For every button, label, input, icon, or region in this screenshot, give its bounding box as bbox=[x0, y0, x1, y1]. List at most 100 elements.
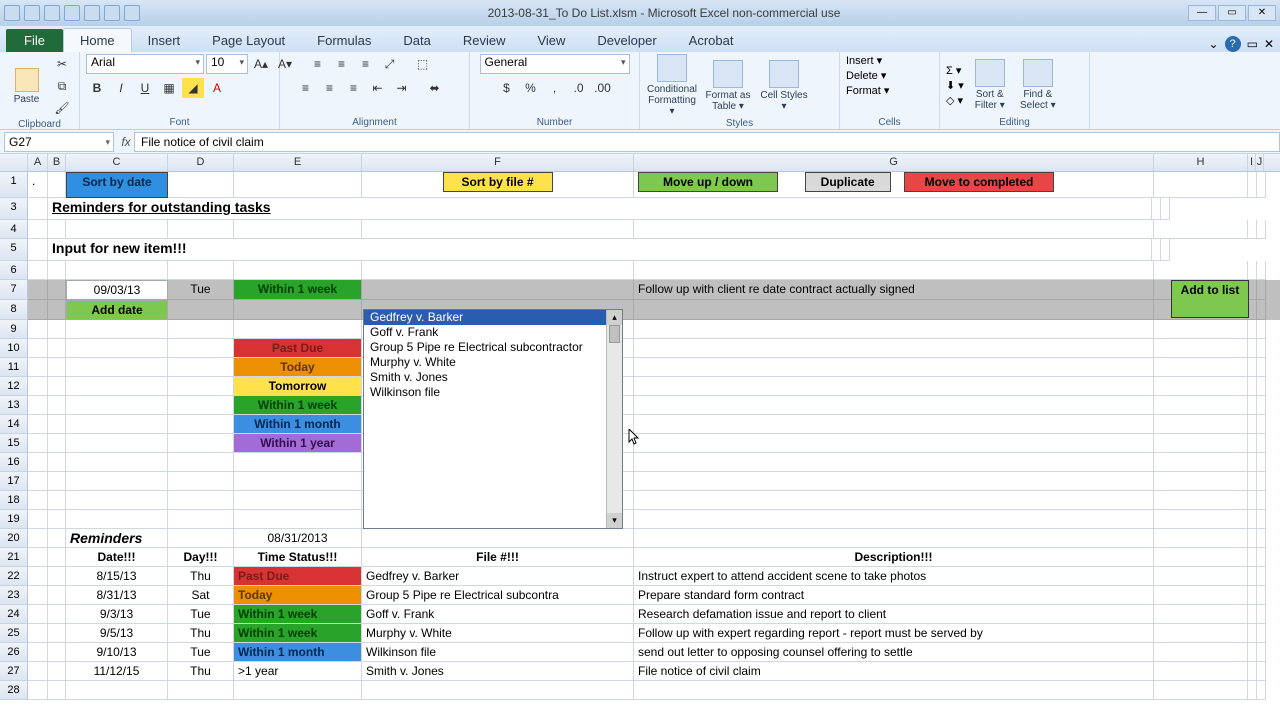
row-header[interactable]: 4 bbox=[0, 220, 28, 239]
row-header[interactable]: 21 bbox=[0, 548, 28, 567]
date-cell[interactable]: 8/31/13 bbox=[66, 586, 168, 605]
cell[interactable] bbox=[28, 491, 48, 510]
align-top-icon[interactable]: ≡ bbox=[307, 54, 329, 74]
cell[interactable] bbox=[48, 453, 66, 472]
row-header[interactable]: 28 bbox=[0, 681, 28, 700]
cell[interactable] bbox=[1161, 239, 1170, 261]
row-header[interactable]: 26 bbox=[0, 643, 28, 662]
number-format-combo[interactable]: General bbox=[480, 54, 630, 74]
font-name-combo[interactable]: Arial bbox=[86, 54, 204, 74]
cell[interactable] bbox=[1154, 434, 1248, 453]
font-color-button[interactable]: A bbox=[206, 78, 228, 98]
cell[interactable] bbox=[168, 529, 234, 548]
status-cell[interactable]: Within 1 week bbox=[234, 605, 362, 624]
cell[interactable] bbox=[1257, 280, 1266, 300]
cell[interactable] bbox=[28, 239, 48, 261]
file-cell[interactable]: Smith v. Jones bbox=[362, 662, 634, 681]
cell[interactable] bbox=[1257, 339, 1266, 358]
undo-icon[interactable] bbox=[44, 5, 60, 21]
cell[interactable] bbox=[1248, 548, 1257, 567]
cell-styles-button[interactable]: Cell Styles ▾ bbox=[758, 60, 810, 112]
description-cell[interactable]: Follow up with expert regarding report -… bbox=[634, 624, 1154, 643]
file-dropdown-list[interactable]: Gedfrey v. BarkerGoff v. FrankGroup 5 Pi… bbox=[363, 309, 623, 529]
cell[interactable] bbox=[48, 339, 66, 358]
cell[interactable] bbox=[634, 681, 1154, 700]
cell[interactable] bbox=[28, 358, 48, 377]
increase-indent-icon[interactable]: ⇥ bbox=[391, 78, 413, 98]
cell[interactable] bbox=[168, 415, 234, 434]
cell[interactable] bbox=[168, 377, 234, 396]
cell[interactable] bbox=[1154, 453, 1248, 472]
cell[interactable] bbox=[168, 453, 234, 472]
date-cell[interactable]: 8/15/13 bbox=[66, 567, 168, 586]
file-cell[interactable]: Murphy v. White bbox=[362, 624, 634, 643]
increase-decimal-icon[interactable]: .0 bbox=[568, 78, 590, 98]
date-cell[interactable]: 9/10/13 bbox=[66, 643, 168, 662]
row-header[interactable]: 9 bbox=[0, 320, 28, 339]
cell[interactable] bbox=[1248, 529, 1257, 548]
sort-filter-button[interactable]: Sort & Filter ▾ bbox=[968, 59, 1012, 111]
cell[interactable] bbox=[28, 396, 48, 415]
description-cell[interactable]: File notice of civil claim bbox=[634, 662, 1154, 681]
cell[interactable] bbox=[1154, 567, 1248, 586]
dropdown-option[interactable]: Murphy v. White bbox=[364, 355, 622, 370]
align-right-icon[interactable]: ≡ bbox=[343, 78, 365, 98]
col-header[interactable]: B bbox=[48, 154, 66, 171]
cell[interactable] bbox=[1257, 358, 1266, 377]
cell[interactable] bbox=[1248, 396, 1257, 415]
cell[interactable] bbox=[66, 472, 168, 491]
cell[interactable] bbox=[234, 491, 362, 510]
cell[interactable] bbox=[28, 567, 48, 586]
cell[interactable] bbox=[66, 453, 168, 472]
status-cell[interactable]: >1 year bbox=[234, 662, 362, 681]
dropdown-option[interactable]: Gedfrey v. Barker bbox=[364, 310, 622, 325]
file-cell[interactable]: Goff v. Frank bbox=[362, 605, 634, 624]
description-cell[interactable]: send out letter to opposing counsel offe… bbox=[634, 643, 1154, 662]
ribbon-window-icon[interactable]: ▭ bbox=[1247, 37, 1258, 51]
tab-developer[interactable]: Developer bbox=[581, 29, 672, 52]
cell[interactable] bbox=[1248, 586, 1257, 605]
cell[interactable] bbox=[28, 472, 48, 491]
cell[interactable] bbox=[634, 529, 1154, 548]
cell[interactable] bbox=[1154, 339, 1248, 358]
cell[interactable] bbox=[1257, 643, 1266, 662]
cell[interactable] bbox=[1248, 567, 1257, 586]
dropdown-scrollbar[interactable]: ▴ ▾ bbox=[606, 310, 622, 528]
qat-icon[interactable] bbox=[84, 5, 100, 21]
underline-button[interactable]: U bbox=[134, 78, 156, 98]
cell[interactable] bbox=[28, 339, 48, 358]
cell[interactable] bbox=[66, 434, 168, 453]
cell[interactable] bbox=[1257, 320, 1266, 339]
cell[interactable] bbox=[48, 434, 66, 453]
cell[interactable] bbox=[1257, 605, 1266, 624]
align-left-icon[interactable]: ≡ bbox=[295, 78, 317, 98]
cell[interactable] bbox=[1154, 396, 1248, 415]
italic-button[interactable]: I bbox=[110, 78, 132, 98]
row-header[interactable]: 22 bbox=[0, 567, 28, 586]
cell[interactable] bbox=[168, 472, 234, 491]
cell[interactable] bbox=[1248, 415, 1257, 434]
fx-icon[interactable]: fx bbox=[118, 135, 134, 149]
row-header[interactable]: 16 bbox=[0, 453, 28, 472]
status-cell[interactable]: Within 1 week bbox=[234, 280, 362, 300]
tab-file[interactable]: File bbox=[6, 29, 63, 52]
cell[interactable] bbox=[234, 472, 362, 491]
row-header[interactable]: 3 bbox=[0, 198, 28, 220]
date-cell[interactable]: 11/12/15 bbox=[66, 662, 168, 681]
qat-icon[interactable] bbox=[104, 5, 120, 21]
cell[interactable] bbox=[66, 396, 168, 415]
cell[interactable] bbox=[1154, 681, 1248, 700]
col-header[interactable]: A bbox=[28, 154, 48, 171]
description-cell[interactable]: Instruct expert to attend accident scene… bbox=[634, 567, 1154, 586]
cell[interactable] bbox=[28, 548, 48, 567]
add-date-button[interactable]: Add date bbox=[66, 300, 168, 320]
cell[interactable] bbox=[28, 681, 48, 700]
scroll-down-icon[interactable]: ▾ bbox=[607, 513, 622, 528]
cell[interactable] bbox=[1257, 510, 1266, 529]
cell[interactable] bbox=[48, 261, 66, 280]
description-cell[interactable]: Follow up with client re date contract a… bbox=[634, 280, 1154, 300]
cell[interactable] bbox=[28, 300, 48, 320]
cell[interactable] bbox=[1248, 377, 1257, 396]
find-select-button[interactable]: Find & Select ▾ bbox=[1016, 59, 1060, 111]
cell[interactable] bbox=[1248, 358, 1257, 377]
